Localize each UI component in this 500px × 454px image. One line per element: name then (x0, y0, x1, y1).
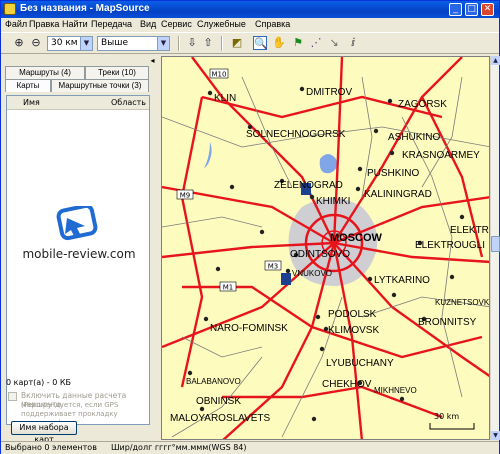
map-view[interactable]: M10 M9 M1 M3 KLIN DMITROV ZAGORSK SOLNEC… (161, 56, 490, 440)
city-label[interactable]: KLIN (214, 93, 236, 104)
app-window: Без названия - MapSource _ □ ✕ Файл Прав… (0, 0, 500, 454)
city-label[interactable]: ASHUKINO (388, 132, 440, 143)
toolbar-separator (221, 36, 223, 51)
menu-transfer[interactable]: Передача (91, 19, 132, 29)
status-position: Шир/долг гггг°мм.ммм(WGS 84) (111, 443, 247, 452)
tab-tracks[interactable]: Треки (10) (85, 66, 149, 79)
city-label[interactable]: KRASNOARMEY (402, 150, 480, 161)
city-label[interactable]: DMITROV (306, 87, 352, 98)
status-selected: Выбрано 0 элементов (5, 443, 97, 452)
detail-select-value: Выше (101, 38, 129, 48)
menu-tools[interactable]: Сервис (161, 19, 192, 29)
window-title: Без названия - MapSource (20, 3, 150, 14)
shield-m10: M10 (212, 71, 227, 79)
map-canvas[interactable]: M10 M9 M1 M3 KLIN DMITROV ZAGORSK SOLNEC… (162, 57, 490, 440)
toolbar-separator (178, 36, 180, 51)
column-region-header[interactable]: Область (111, 98, 146, 107)
pan-hand-icon[interactable]: ✋ (272, 36, 286, 50)
city-label[interactable]: ELEKTROUGLI (415, 240, 485, 251)
menu-utilities[interactable]: Служебные (197, 19, 246, 29)
waypoint-flag-icon[interactable]: ⚑ (291, 36, 305, 50)
tab-waypoints[interactable]: Маршрутные точки (3) (51, 79, 149, 92)
city-label[interactable]: PODOLSK (328, 309, 377, 320)
mobile-review-logo: mobile-review.com (17, 203, 142, 276)
detail-select[interactable]: Выше ▼ (97, 36, 170, 51)
city-label[interactable]: KHIMKI (316, 196, 350, 207)
scroll-thumb[interactable] (491, 236, 500, 252)
city-label[interactable]: ZAGORSK (398, 99, 447, 110)
airport-icon (281, 273, 291, 285)
map-select-icon[interactable]: ◩ (230, 36, 244, 50)
send-to-device-icon[interactable]: ⇧ (201, 36, 215, 50)
menu-help[interactable]: Справка (255, 19, 290, 29)
logo-text: mobile-review.com (22, 247, 135, 261)
city-label[interactable]: ELEKTR (450, 225, 489, 236)
city-label[interactable]: SOLNECHNOGORSK (246, 129, 346, 140)
tab-maps[interactable]: Карты (5, 79, 51, 92)
maps-list[interactable]: Имя Область mobile-review.com (6, 95, 150, 425)
city-label[interactable]: KUZNETSOVK (435, 298, 490, 307)
maximize-button[interactable]: □ (465, 3, 478, 16)
list-header: Имя Область (7, 96, 149, 110)
city-label[interactable]: NARO-FOMINSK (210, 323, 288, 334)
scroll-up-icon[interactable]: ▲ (491, 56, 500, 65)
zoom-select[interactable]: 30 км ▼ (47, 36, 93, 51)
city-label-moscow[interactable]: MOSCOW (330, 232, 383, 244)
measure-tool-icon[interactable]: ↘ (327, 36, 341, 50)
menu-view[interactable]: Вид (140, 19, 156, 29)
shield-m9: M9 (180, 192, 191, 200)
menu-file[interactable]: Файл (5, 19, 27, 29)
zoom-tool-icon[interactable]: 🔍 (253, 36, 268, 50)
city-label[interactable]: KLIMOVSK (328, 325, 379, 336)
menu-edit[interactable]: Правка (29, 19, 59, 29)
receive-from-device-icon[interactable]: ⇩ (185, 36, 199, 50)
menu-bar: Файл Правка Найти Передача Вид Сервис Сл… (1, 18, 499, 32)
city-label[interactable]: BALABANOVO (186, 377, 241, 386)
title-bar: Без названия - MapSource _ □ ✕ (1, 1, 499, 18)
city-label[interactable]: BRONNITSY (418, 317, 477, 328)
toolbar: ⊕ ⊖ 30 км ▼ Выше ▼ ⇩ ⇧ ◩ 🔍 ✋ ⚑ ⋰ ↘ ⅈ (1, 32, 499, 54)
city-label[interactable]: MALOYAROSLAVETS (170, 413, 271, 424)
close-pane-icon[interactable]: ◂ (148, 56, 157, 65)
chevron-down-icon: ▼ (157, 37, 169, 50)
city-label[interactable]: ZELENOGRAD (274, 180, 343, 191)
city-label[interactable]: ODINTSOVO (290, 249, 350, 260)
city-label[interactable]: MIKHNEVO (374, 386, 417, 395)
zoom-out-icon[interactable]: ⊖ (29, 36, 43, 50)
city-label[interactable]: CHEKHOV (322, 379, 372, 390)
city-label[interactable]: OBNINSK (196, 396, 241, 407)
tab-routes[interactable]: Маршруты (4) (5, 66, 85, 79)
zoom-in-icon[interactable]: ⊕ (12, 36, 26, 50)
route-tool-icon[interactable]: ⋰ (309, 36, 323, 50)
city-label[interactable]: PUSHKINO (367, 168, 419, 179)
city-label[interactable]: VNUKOVO (292, 269, 332, 278)
map-vertical-scrollbar[interactable]: ▲ ▼ (490, 56, 500, 440)
text-tool-icon[interactable]: ⅈ (346, 36, 360, 50)
city-label[interactable]: LYTKARINO (374, 275, 430, 286)
shield-m1: M1 (223, 284, 234, 292)
logo-graphic: mobile-review.com (22, 203, 136, 261)
chevron-down-icon: ▼ (80, 37, 92, 50)
city-label[interactable]: LYUBUCHANY (326, 358, 394, 369)
mapsource-app-icon (4, 3, 16, 15)
close-button[interactable]: ✕ (481, 3, 494, 16)
mapset-name-button[interactable]: Имя набора карт (11, 421, 77, 444)
zoom-select-value: 30 км (51, 38, 78, 48)
left-panel: ◂ Маршруты (4) Треки (10) Карты Маршрутн… (3, 56, 159, 444)
shield-m3: M3 (268, 263, 279, 271)
city-label[interactable]: KALININGRAD (364, 189, 432, 200)
column-name-header[interactable]: Имя (23, 98, 40, 107)
minimize-button[interactable]: _ (449, 3, 462, 16)
menu-find[interactable]: Найти (62, 19, 88, 29)
maps-count: 0 карт(а) - 0 КБ (6, 378, 72, 387)
scroll-down-icon[interactable]: ▼ (491, 431, 500, 440)
status-bar: Выбрано 0 элементов Шир/долг гггг°мм.ммм… (1, 441, 499, 454)
route-calc-checkbox[interactable] (8, 392, 17, 401)
scale-label: 30 km (434, 412, 459, 421)
